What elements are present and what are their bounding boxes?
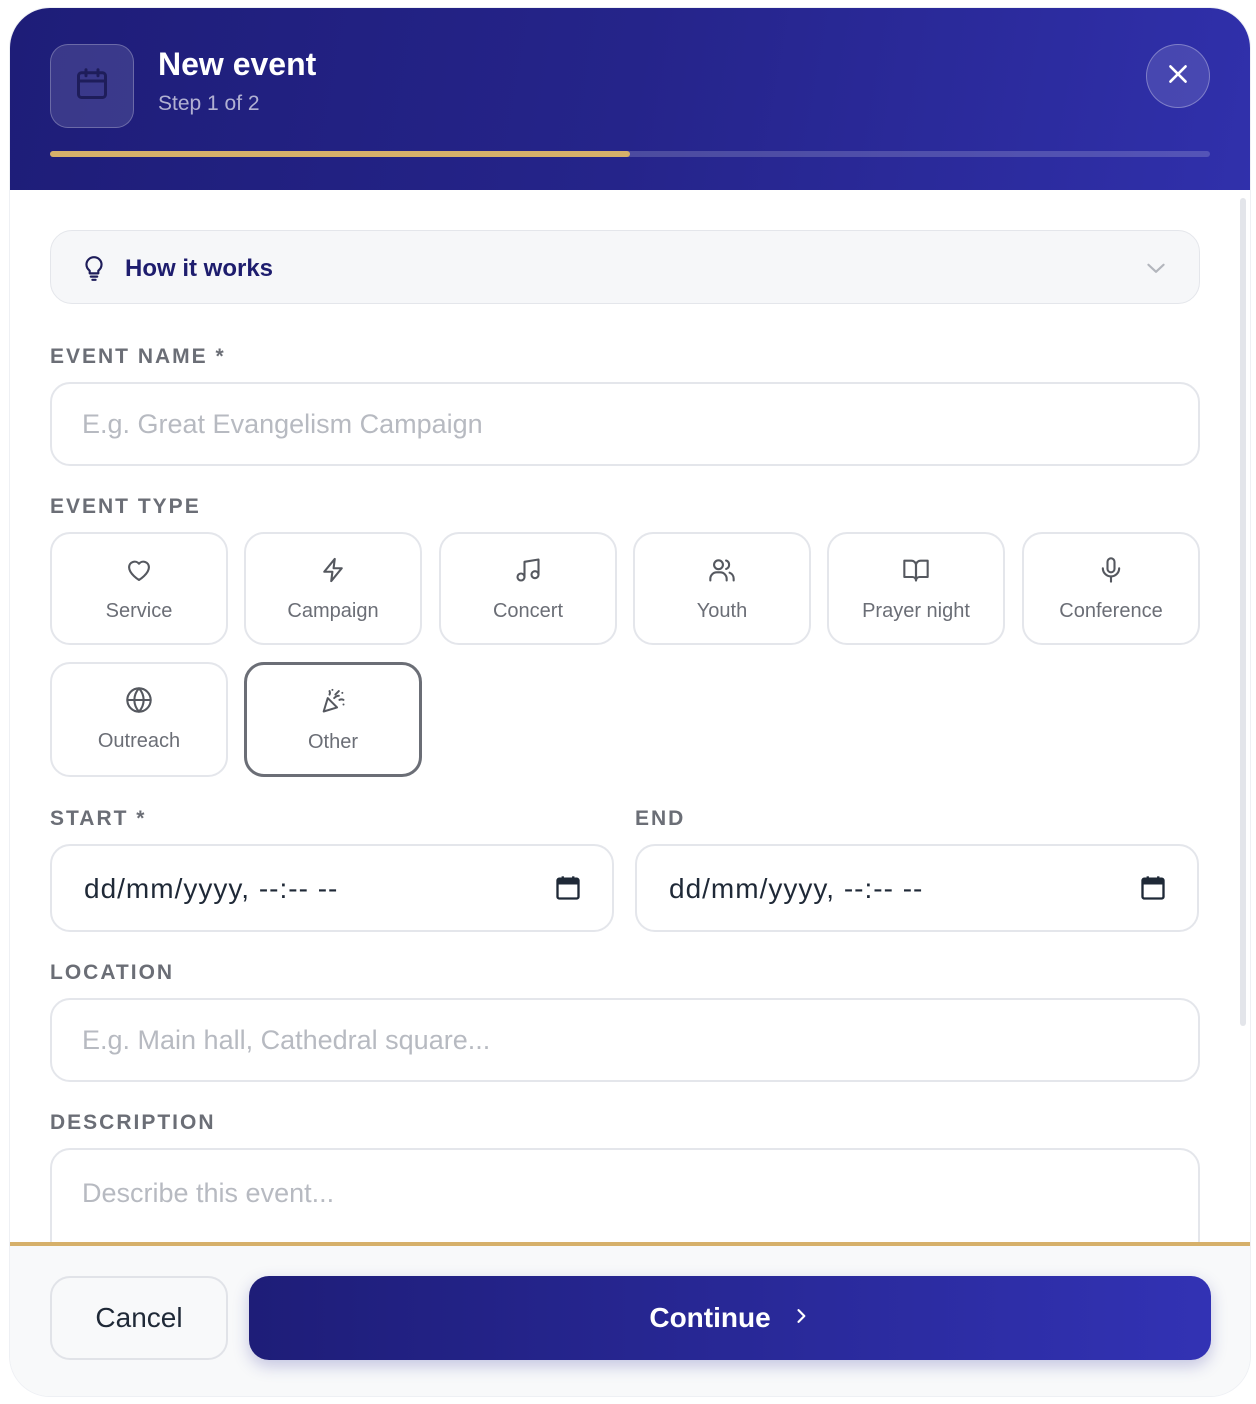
event-type-label: Other: [307, 731, 359, 753]
event-type-label: Campaign: [287, 600, 379, 622]
event-type-prayer-night[interactable]: Prayer night: [827, 532, 1005, 645]
event-type-label: Outreach: [97, 730, 181, 752]
end-label: END: [635, 807, 686, 830]
modal-title: New event: [158, 46, 317, 82]
start-datetime-input[interactable]: dd/mm/yyyy, --:-- --: [50, 844, 614, 932]
event-type-label: Prayer night: [862, 600, 970, 622]
progress-bar: [50, 151, 1210, 157]
event-type-campaign[interactable]: Campaign: [244, 532, 422, 645]
description-textarea[interactable]: Describe this event...: [50, 1148, 1200, 1242]
event-type-label: EVENT TYPE: [50, 495, 201, 518]
continue-label: Continue: [649, 1302, 771, 1333]
open-book-icon: [829, 556, 1003, 584]
event-type-label: Concert: [492, 600, 564, 622]
users-icon: [635, 556, 809, 584]
chevron-down-icon: [1143, 255, 1169, 286]
event-type-youth[interactable]: Youth: [633, 532, 811, 645]
cancel-button[interactable]: Cancel: [50, 1276, 228, 1360]
form-body: How it works EVENT NAME * E.g. Great Eva…: [10, 190, 1250, 1242]
event-type-concert[interactable]: Concert: [439, 532, 617, 645]
chevron-right-icon: [791, 1305, 811, 1332]
end-datetime-input[interactable]: dd/mm/yyyy, --:-- --: [635, 844, 1199, 932]
new-event-modal: New event Step 1 of 2 How it works EVENT…: [10, 8, 1250, 1396]
party-popper-icon: [247, 687, 419, 715]
continue-button[interactable]: Continue: [249, 1276, 1211, 1360]
microphone-icon: [1024, 556, 1198, 584]
music-note-icon: [441, 556, 615, 584]
event-type-label: Conference: [1059, 600, 1163, 622]
globe-icon: [52, 686, 226, 714]
step-indicator: Step 1 of 2: [158, 92, 260, 115]
event-type-label: Service: [105, 600, 173, 622]
lightning-icon: [246, 556, 420, 584]
how-it-works-label: How it works: [125, 255, 274, 282]
calendar-icon[interactable]: [554, 874, 582, 907]
location-input[interactable]: E.g. Main hall, Cathedral square...: [50, 998, 1200, 1082]
start-label: START *: [50, 807, 147, 830]
progress-bar-fill: [50, 151, 630, 157]
description-label: DESCRIPTION: [50, 1111, 216, 1134]
scrollbar[interactable]: [1240, 198, 1246, 1026]
modal-header: New event Step 1 of 2: [10, 8, 1250, 190]
start-datetime-value: dd/mm/yyyy, --:-- --: [84, 873, 339, 904]
lightbulb-icon: [81, 254, 107, 287]
heart-icon: [52, 556, 226, 584]
end-datetime-value: dd/mm/yyyy, --:-- --: [669, 873, 924, 904]
event-name-input[interactable]: E.g. Great Evangelism Campaign: [50, 382, 1200, 466]
how-it-works-toggle[interactable]: How it works: [50, 230, 1200, 304]
event-type-label: Youth: [696, 600, 748, 622]
event-type-outreach[interactable]: Outreach: [50, 662, 228, 777]
event-type-conference[interactable]: Conference: [1022, 532, 1200, 645]
close-button[interactable]: [1146, 44, 1210, 108]
event-type-service[interactable]: Service: [50, 532, 228, 645]
close-icon: [1165, 61, 1191, 92]
calendar-icon: [74, 66, 110, 107]
header-icon-box: [50, 44, 134, 128]
calendar-icon[interactable]: [1139, 874, 1167, 907]
modal-footer: Cancel Continue: [10, 1242, 1250, 1396]
location-label: LOCATION: [50, 961, 175, 984]
event-type-other[interactable]: Other: [244, 662, 422, 777]
event-name-label: EVENT NAME *: [50, 345, 226, 368]
